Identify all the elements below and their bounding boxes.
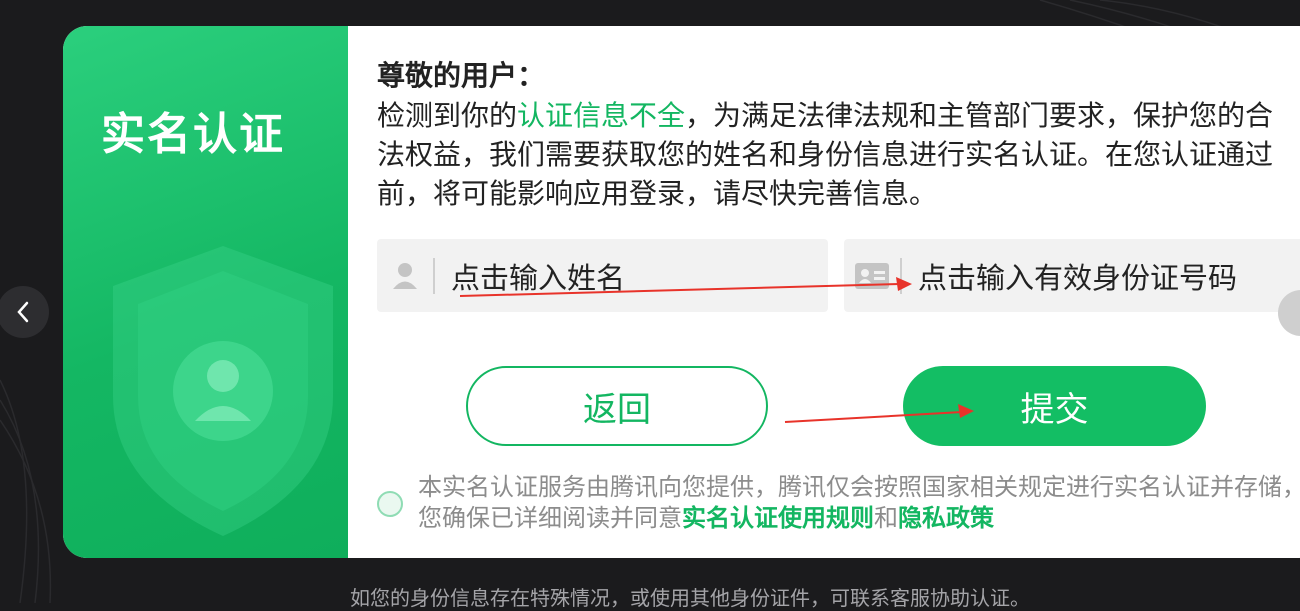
- name-input[interactable]: 点击输入姓名: [377, 239, 828, 312]
- form-panel: 尊敬的用户： 检测到你的认证信息不全，为满足法律法规和主管部门要求，保护您的合法…: [348, 26, 1300, 558]
- id-card-icon: [844, 262, 900, 289]
- notice-text: 检测到你的认证信息不全，为满足法律法规和主管部门要求，保护您的合法权益，我们需要…: [377, 96, 1282, 213]
- chevron-left-icon: [17, 301, 29, 323]
- notice-highlight: 认证信息不全: [517, 99, 686, 132]
- usage-rules-link[interactable]: 实名认证使用规则: [682, 504, 874, 532]
- back-button[interactable]: 返回: [466, 366, 768, 446]
- privacy-policy-link[interactable]: 隐私政策: [898, 504, 994, 532]
- agreement-checkbox[interactable]: [377, 491, 403, 517]
- submit-button[interactable]: 提交: [903, 366, 1206, 446]
- footer-note: 如您的身份信息存在特殊情况，或使用其他身份证件，可联系客服协助认证。: [350, 586, 1030, 610]
- agreement-and: 和: [874, 504, 898, 532]
- panel-title: 实名认证: [101, 109, 285, 160]
- notice-before: 检测到你的: [377, 99, 518, 132]
- id-placeholder: 点击输入有效身份证号码: [918, 260, 1238, 295]
- realname-dialog: 实名认证 尊敬的用户： 检测到你的认证信息不全，为满足法律法规和主管部门要求，保…: [63, 26, 1300, 558]
- shield-icon: [113, 246, 333, 536]
- agreement-text: 本实名认证服务由腾讯向您提供，腾讯仅会按照国家相关规定进行实名认证并存储，您确保…: [418, 472, 1300, 534]
- id-number-input[interactable]: 点击输入有效身份证号码: [844, 239, 1300, 312]
- input-divider: [433, 257, 435, 294]
- name-placeholder: 点击输入姓名: [451, 260, 626, 295]
- user-icon: [377, 262, 433, 290]
- greeting: 尊敬的用户：: [377, 59, 546, 92]
- left-banner: 实名认证: [63, 26, 348, 558]
- input-divider: [900, 257, 902, 294]
